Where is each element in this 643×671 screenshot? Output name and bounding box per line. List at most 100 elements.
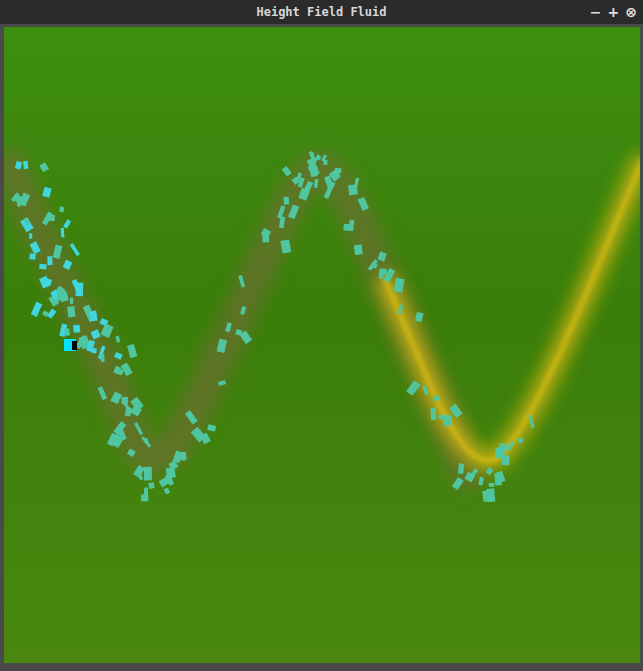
foam-speckle xyxy=(110,391,122,404)
foam-speckle xyxy=(358,197,369,211)
foam-speckle xyxy=(207,424,216,431)
foam-speckle xyxy=(15,194,21,207)
foam-speckle xyxy=(59,206,65,212)
foam-speckle xyxy=(134,422,143,435)
foam-speckle xyxy=(262,232,269,242)
foam-speckle xyxy=(406,380,420,396)
foam-speckle xyxy=(89,312,96,318)
foam-speckle xyxy=(423,385,429,395)
foam-speckle xyxy=(39,264,47,270)
foam-speckle xyxy=(72,341,77,350)
foam-speckle xyxy=(298,188,310,201)
foam-speckle xyxy=(218,380,226,386)
wave-crest xyxy=(384,157,640,461)
window-title: Height Field Fluid xyxy=(66,5,577,19)
foam-speckle xyxy=(478,477,484,486)
foam-speckle xyxy=(113,366,121,375)
foam-speckle xyxy=(137,470,144,481)
foam-speckle xyxy=(394,278,405,293)
foam-speckle xyxy=(15,161,22,169)
foam-speckle xyxy=(240,306,246,315)
foam-speckle xyxy=(121,397,128,404)
foam-speckle xyxy=(42,310,49,317)
foam-speckle xyxy=(141,436,151,448)
foam-speckle xyxy=(29,233,32,238)
foam-speckle xyxy=(46,215,55,221)
title-bar: Height Field Fluid−+ ⊗ xyxy=(0,0,643,24)
close-button[interactable]: ⊗ xyxy=(625,5,637,19)
foam-speckle xyxy=(130,397,143,411)
foam-speckle xyxy=(117,427,126,440)
foam-speckle xyxy=(55,294,61,302)
foam-speckle xyxy=(324,185,334,199)
foam-speckle xyxy=(163,487,170,494)
foam-speckle xyxy=(280,239,291,253)
foam-speckle xyxy=(31,302,42,317)
foam-speckles xyxy=(4,146,534,502)
foam-speckle xyxy=(383,268,395,283)
foam-speckle xyxy=(469,468,478,478)
foam-speckle xyxy=(200,433,211,445)
foam-speckle xyxy=(42,187,52,198)
window-controls: −+ ⊗ xyxy=(577,5,637,19)
foam-speckle xyxy=(486,467,494,475)
foam-speckle xyxy=(498,443,507,453)
foam-speckle xyxy=(178,454,184,459)
foam-speckle xyxy=(239,330,252,344)
foam-speckle xyxy=(63,219,71,228)
foam-speckle xyxy=(328,180,336,187)
foam-speckle xyxy=(282,166,292,177)
foam-speckle xyxy=(431,408,437,420)
foam-speckle xyxy=(507,441,515,451)
foam-speckle xyxy=(279,216,285,228)
foam-speckle xyxy=(310,152,314,157)
foam-speckle xyxy=(398,305,403,315)
foam-speckle xyxy=(458,463,464,474)
foam-speckle xyxy=(61,228,65,238)
foam-speckle xyxy=(47,256,52,265)
foam-speckle xyxy=(83,304,95,319)
minimize-button[interactable]: − xyxy=(590,5,602,19)
foam-speckle xyxy=(309,164,317,177)
foam-speckle xyxy=(64,328,70,336)
foam-speckle xyxy=(115,336,120,343)
foam-speckle xyxy=(23,161,29,169)
foam-speckle xyxy=(75,282,83,296)
foam-speckle xyxy=(482,490,490,502)
fluid-canvas[interactable] xyxy=(4,27,640,663)
foam-speckle xyxy=(98,386,107,400)
foam-speckle xyxy=(323,160,327,165)
foam-speckle xyxy=(353,178,359,191)
foam-speckle xyxy=(495,471,505,483)
foam-speckle xyxy=(368,259,378,271)
foam-speckle xyxy=(166,467,176,478)
maximize-button[interactable]: + xyxy=(608,5,620,19)
foam-speckle xyxy=(415,312,424,323)
foam-speckle xyxy=(73,325,80,333)
foam-speckle xyxy=(50,289,61,301)
foam-speckle xyxy=(443,415,452,426)
foam-speckle xyxy=(101,354,105,362)
foam-speckle xyxy=(217,339,227,353)
foam-speckle xyxy=(67,306,76,318)
foam-speckle xyxy=(452,477,464,490)
foam-speckle xyxy=(288,204,299,219)
foam-speckle xyxy=(185,410,198,424)
foam-speckle xyxy=(30,241,41,254)
foam-speckle xyxy=(39,276,50,289)
foam-speckle xyxy=(63,260,73,270)
foam-speckle xyxy=(502,455,510,465)
foam-speckle xyxy=(354,244,363,255)
foam-speckle xyxy=(29,253,35,259)
foam-speckle xyxy=(489,483,495,487)
water-surface xyxy=(4,27,640,663)
foam-speckle xyxy=(528,415,534,429)
foam-speckle xyxy=(39,162,49,172)
foam-speckle xyxy=(518,438,524,444)
foam-speckle xyxy=(121,362,133,376)
foam-speckle xyxy=(101,323,114,338)
foam-speckle xyxy=(283,197,289,205)
foam-speckle xyxy=(148,482,154,489)
foam-speckle xyxy=(298,177,305,187)
foam-speckle xyxy=(314,179,319,188)
